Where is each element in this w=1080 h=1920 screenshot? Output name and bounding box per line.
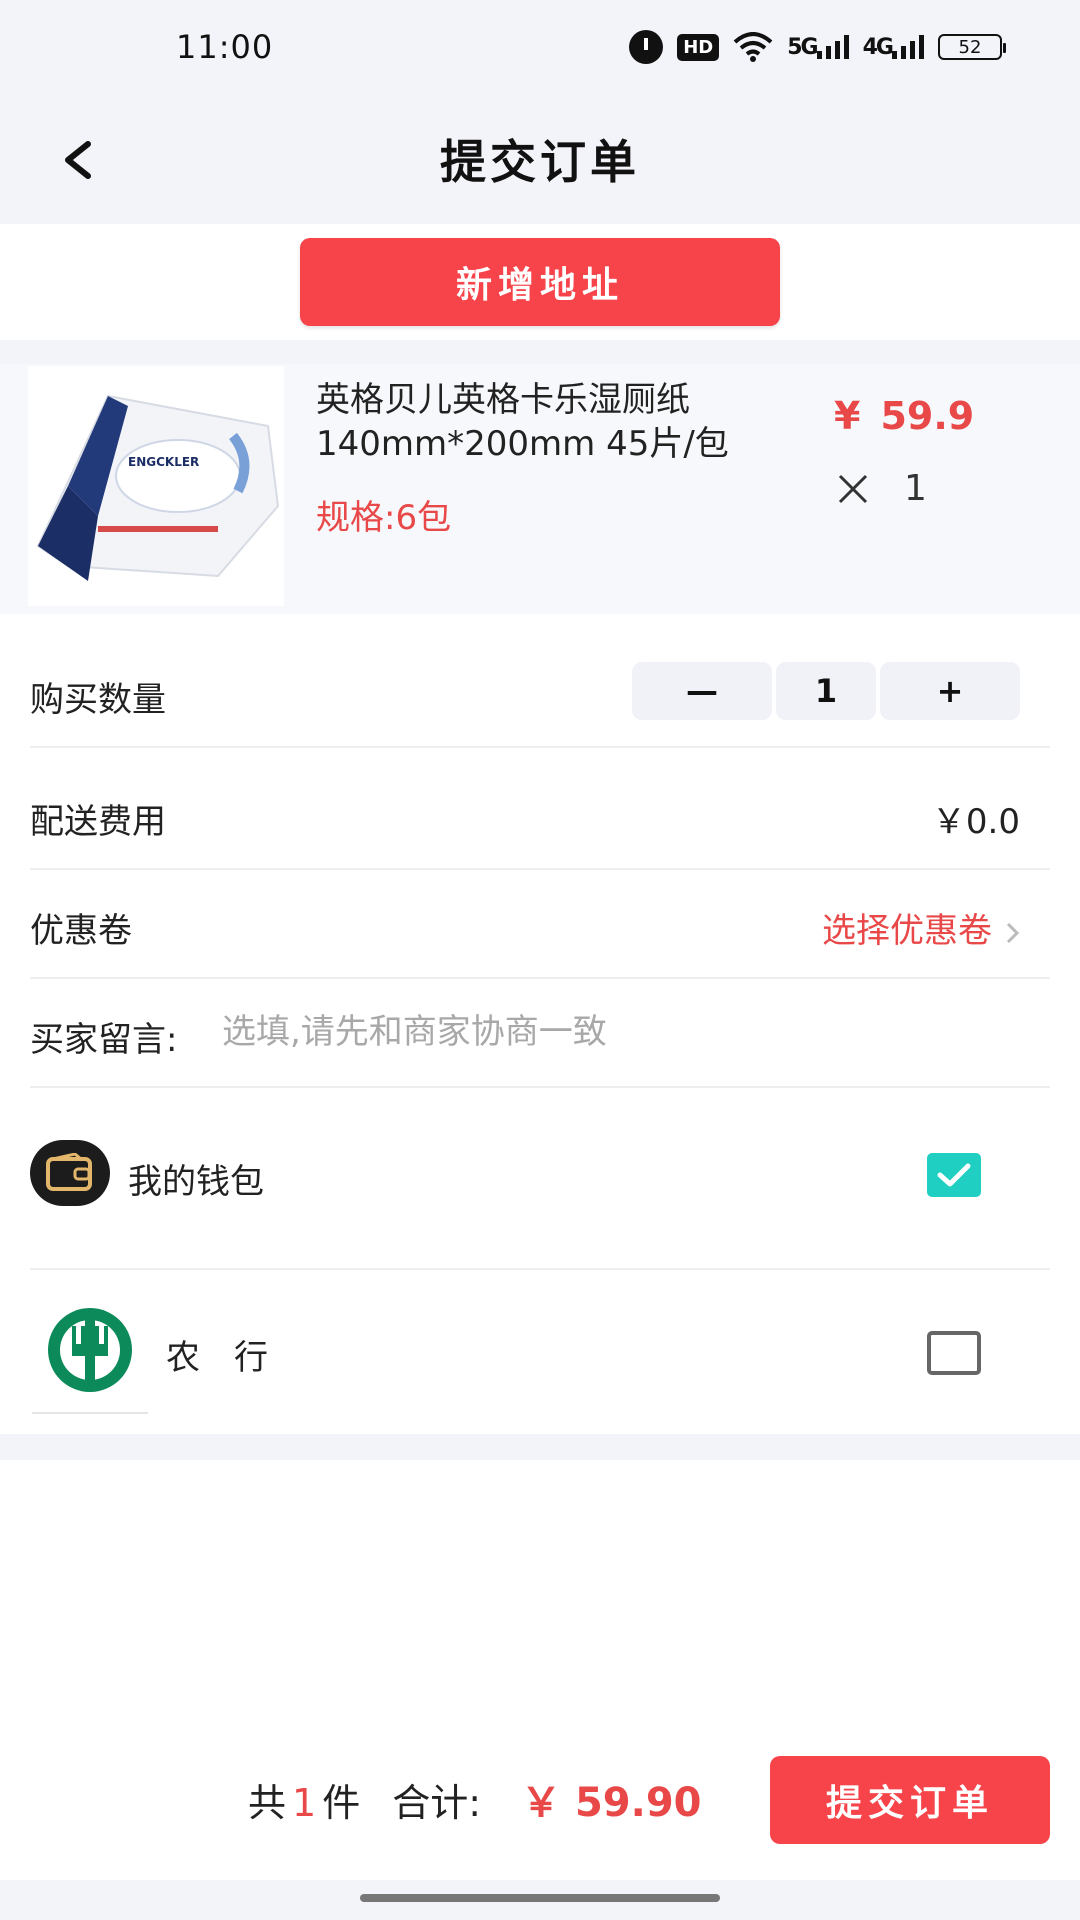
order-total: 共 1 件 合计: ￥ 59.90 [248, 1770, 701, 1828]
buyer-message-row: 买家留言: [30, 980, 1050, 1088]
quantity-row: 购买数量 — 1 + [30, 640, 1050, 748]
page-title: 提交订单 [440, 135, 640, 189]
submit-order-button[interactable]: 提交订单 [770, 1756, 1050, 1844]
order-page: 11:00 HD 5G 4G 52 提交订单 新增地址 ENGCKLER 英格贝… [0, 0, 1080, 1920]
buyer-message-input[interactable] [222, 1002, 982, 1062]
checkout-footer: 共 1 件 合计: ￥ 59.90 提交订单 [0, 1740, 1080, 1844]
quantity-stepper: — 1 + [632, 662, 1020, 720]
add-address-button[interactable]: 新增地址 [300, 238, 780, 326]
delivery-fee-value: ￥0.0 [931, 802, 1020, 842]
alarm-icon [629, 30, 664, 64]
wallet-label: 我的钱包 [128, 1162, 264, 1202]
chevron-right-icon [1004, 915, 1022, 943]
item-count: 1 [292, 1781, 317, 1825]
wallet-checkbox[interactable] [927, 1153, 981, 1197]
product-brand-text: ENGCKLER [128, 455, 199, 469]
coupon-select-text: 选择优惠卷 [822, 911, 992, 951]
hd-icon: HD [677, 33, 720, 61]
coupon-label: 优惠卷 [30, 911, 132, 951]
price-currency: ¥ [834, 394, 861, 438]
total-label: 合计: [392, 1781, 482, 1825]
section-divider [0, 340, 1080, 364]
nav-bar: 提交订单 [0, 96, 1080, 224]
stepper-value[interactable]: 1 [776, 662, 876, 720]
product-image: ENGCKLER [28, 366, 284, 606]
bank-label: 农 行 [166, 1338, 268, 1378]
bank-checkbox[interactable] [927, 1331, 981, 1375]
payment-wallet-row[interactable]: 我的钱包 [30, 1090, 1050, 1270]
status-bar: 11:00 HD 5G 4G 52 [0, 0, 1080, 96]
status-time: 11:00 [176, 28, 274, 66]
decrement-button[interactable]: — [632, 662, 772, 720]
section-divider-bottom [0, 1434, 1080, 1460]
quantity-label: 购买数量 [30, 680, 166, 720]
address-section: 新增地址 [0, 224, 1080, 340]
battery-icon: 52 [938, 34, 1006, 60]
product-spec: 规格:6包 [316, 498, 452, 538]
price-value: 59.9 [880, 394, 975, 438]
wifi-icon [733, 32, 773, 62]
coupon-row[interactable]: 优惠卷 选择优惠卷 [30, 871, 1050, 979]
delivery-fee-row: 配送费用 ￥0.0 [30, 762, 1050, 870]
total-amount: ￥ 59.90 [521, 1780, 702, 1826]
product-quantity: 1 [836, 468, 927, 509]
coupon-select[interactable]: 选择优惠卷 [822, 903, 1022, 952]
signal-5g-icon: 5G [787, 34, 849, 60]
payment-bank-row[interactable]: 农 行 [30, 1270, 1050, 1434]
product-price: ¥59.9 [834, 394, 974, 438]
count-suffix: 件 [322, 1781, 361, 1825]
quantity-value: 1 [904, 468, 927, 509]
wallet-icon [30, 1140, 110, 1206]
multiply-icon [836, 472, 870, 506]
signal-4g-icon: 4G [863, 35, 924, 60]
home-indicator[interactable] [360, 1894, 720, 1902]
count-prefix: 共 [248, 1781, 287, 1825]
agricultural-bank-logo-icon [32, 1304, 148, 1414]
signal-5g-label: 5G [787, 34, 818, 60]
product-card: ENGCKLER 英格贝儿英格卡乐湿厕纸140mm*200mm 45片/包 规格… [0, 364, 1080, 614]
buyer-message-label: 买家留言: [30, 1020, 178, 1060]
increment-button[interactable]: + [880, 662, 1020, 720]
status-icons: HD 5G 4G 52 [629, 30, 1006, 64]
delivery-fee-label: 配送费用 [30, 802, 166, 842]
signal-4g-label: 4G [862, 34, 894, 60]
product-name: 英格贝儿英格卡乐湿厕纸140mm*200mm 45片/包 [316, 380, 729, 464]
